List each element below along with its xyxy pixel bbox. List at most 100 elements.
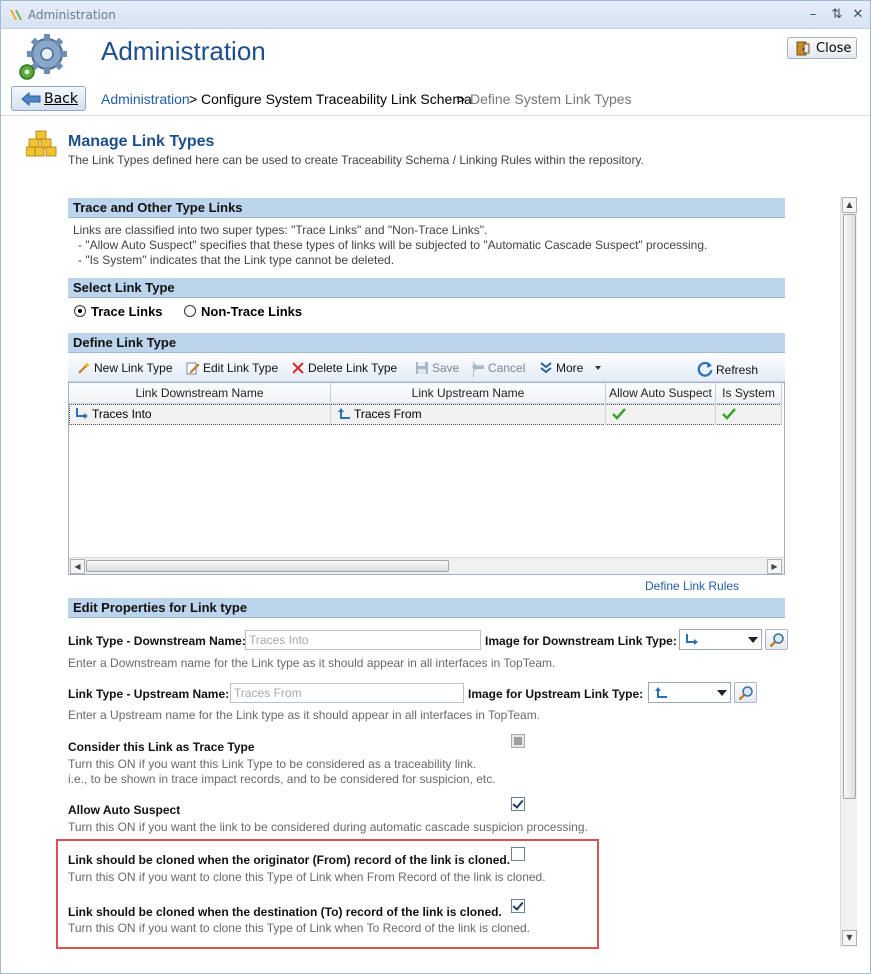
trace-other-section-header: Trace and Other Type Links xyxy=(68,198,785,218)
trace-type-label: Consider this Link as Trace Type xyxy=(68,740,255,754)
undo-arrow-icon xyxy=(472,363,484,371)
door-exit-icon xyxy=(796,41,810,56)
close-button[interactable]: Close xyxy=(787,37,857,59)
dropdown-caret-icon xyxy=(594,366,601,370)
downstream-name-input[interactable]: Traces Into xyxy=(245,630,481,650)
downstream-name: Traces Into xyxy=(92,407,152,421)
table-cell-is-system xyxy=(716,404,782,425)
define-link-type-section-header: Define Link Type xyxy=(68,333,785,353)
upstream-arrow-icon xyxy=(338,408,350,419)
restore-button[interactable]: ⇅ xyxy=(829,7,845,23)
chevron-down-icon xyxy=(748,637,758,643)
title-bar: Administration – ⇅ ✕ xyxy=(1,1,870,29)
edit-link-type-button[interactable]: Edit Link Type xyxy=(186,361,278,375)
scroll-down-arrow-icon[interactable]: ▼ xyxy=(842,930,857,946)
clone-to-checkbox[interactable] xyxy=(511,899,525,913)
downstream-arrow-icon xyxy=(686,634,698,645)
app-logo-icon xyxy=(10,10,22,20)
table-cell-allow-auto-suspect xyxy=(606,404,716,425)
clone-from-help-text: Turn this ON if you want to clone this T… xyxy=(68,870,546,884)
delete-x-icon xyxy=(292,362,304,374)
toolbar-label: Save xyxy=(432,361,460,375)
breadcrumb-root[interactable]: Administration xyxy=(101,91,190,107)
upstream-name: Traces From xyxy=(354,407,422,421)
radio-trace-links[interactable]: Trace Links xyxy=(74,304,163,319)
upstream-name-label: Link Type - Upstream Name: xyxy=(68,687,230,701)
table-cell-upstream: Traces From xyxy=(331,404,606,425)
grid-toolbar: New Link Type Edit Link Type Delete Link… xyxy=(68,356,785,382)
section-heading: Manage Link Types xyxy=(68,133,215,150)
radio-selected-icon xyxy=(74,305,86,317)
more-dropdown-button[interactable]: More xyxy=(539,361,601,375)
toolbar-label: Cancel xyxy=(488,361,526,375)
upstream-arrow-icon xyxy=(655,687,667,698)
scrollbar-thumb[interactable] xyxy=(843,214,856,799)
toolbar-label: More xyxy=(556,361,584,375)
radio-label: Non-Trace Links xyxy=(201,304,303,319)
new-wand-icon xyxy=(78,362,90,374)
radio-label: Trace Links xyxy=(91,304,163,319)
toolbar-label: Refresh xyxy=(716,363,759,377)
downstream-image-select[interactable] xyxy=(679,629,762,650)
save-disk-icon xyxy=(416,362,428,374)
upstream-image-browse-button[interactable] xyxy=(734,682,757,703)
downstream-name-label: Link Type - Downstream Name: xyxy=(68,634,246,648)
scroll-up-arrow-icon[interactable]: ▲ xyxy=(842,197,857,213)
column-header-allow-auto-suspect[interactable]: Allow Auto Suspect xyxy=(606,383,716,404)
description-line: Links are classified into two super type… xyxy=(73,223,488,237)
trace-type-help-text: i.e., to be shown in trace impact record… xyxy=(68,772,496,786)
downstream-image-browse-button[interactable] xyxy=(765,629,788,650)
scroll-left-arrow-icon[interactable]: ◀ xyxy=(70,559,85,574)
table-cell-downstream: Traces Into xyxy=(69,404,331,425)
refresh-icon xyxy=(697,361,713,377)
save-button[interactable]: Save xyxy=(415,361,459,375)
new-link-type-button[interactable]: New Link Type xyxy=(77,361,173,375)
magnifier-icon xyxy=(769,633,784,648)
scrollbar-thumb[interactable] xyxy=(86,560,449,572)
auto-suspect-checkbox[interactable] xyxy=(511,797,525,811)
define-link-rules-link[interactable]: Define Link Rules xyxy=(645,579,739,593)
breadcrumb-middle[interactable]: Configure System Traceability Link Schem… xyxy=(201,91,472,107)
radio-non-trace-links[interactable]: Non-Trace Links xyxy=(184,304,302,319)
auto-suspect-label: Allow Auto Suspect xyxy=(68,803,181,817)
description-line: - "Is System" indicates that the Link ty… xyxy=(78,253,395,267)
close-button-label: Close xyxy=(816,41,852,56)
scroll-right-arrow-icon[interactable]: ▶ xyxy=(767,559,782,574)
minimize-button[interactable]: – xyxy=(805,7,821,23)
chevron-down-icon xyxy=(717,690,727,696)
toolbar-label: Edit Link Type xyxy=(203,361,279,375)
cancel-button[interactable]: Cancel xyxy=(471,361,525,375)
horizontal-scrollbar[interactable]: ◀ ▶ xyxy=(69,557,784,574)
trace-type-help-text: Turn this ON if you want this Link Type … xyxy=(68,757,477,771)
upstream-help-text: Enter a Upstream name for the Link type … xyxy=(68,708,541,722)
header: Administration Close Back Administration… xyxy=(1,30,870,116)
toolbar-label: New Link Type xyxy=(94,361,173,375)
upstream-image-select[interactable] xyxy=(648,682,731,703)
column-header-is-system[interactable]: Is System xyxy=(716,383,782,404)
link-types-grid: Link Downstream Name Link Upstream Name … xyxy=(68,382,785,575)
green-check-icon xyxy=(722,408,736,420)
breadcrumb-current: Define System Link Types xyxy=(470,91,632,107)
back-button[interactable]: Back xyxy=(11,86,86,111)
magnifier-icon xyxy=(738,686,753,701)
radio-unselected-icon xyxy=(184,305,196,317)
page-header-title: Administration xyxy=(101,36,266,66)
column-header-downstream[interactable]: Link Downstream Name xyxy=(69,383,331,404)
delete-link-type-button[interactable]: Delete Link Type xyxy=(291,361,397,375)
back-button-label: Back xyxy=(44,91,78,107)
double-chevron-down-icon xyxy=(540,362,552,374)
column-header-upstream[interactable]: Link Upstream Name xyxy=(331,383,606,404)
select-link-type-section-header: Select Link Type xyxy=(68,278,785,298)
vertical-scrollbar[interactable]: ▲ ▼ xyxy=(840,197,857,947)
admin-window: Administration – ⇅ ✕ Administration Clos… xyxy=(0,0,871,974)
section-subheading: The Link Types defined here can be used … xyxy=(68,153,644,167)
description-line: - "Allow Auto Suspect" specifies that th… xyxy=(78,238,708,252)
window-title: Administration xyxy=(28,8,116,22)
trace-type-checkbox[interactable] xyxy=(511,734,525,748)
window-close-button[interactable]: ✕ xyxy=(850,7,866,23)
breadcrumb-separator: > xyxy=(189,91,198,107)
refresh-button[interactable]: Refresh xyxy=(697,361,758,377)
clone-from-checkbox[interactable] xyxy=(511,847,525,861)
breadcrumb-separator: > xyxy=(457,91,466,107)
upstream-name-input[interactable]: Traces From xyxy=(230,683,464,703)
